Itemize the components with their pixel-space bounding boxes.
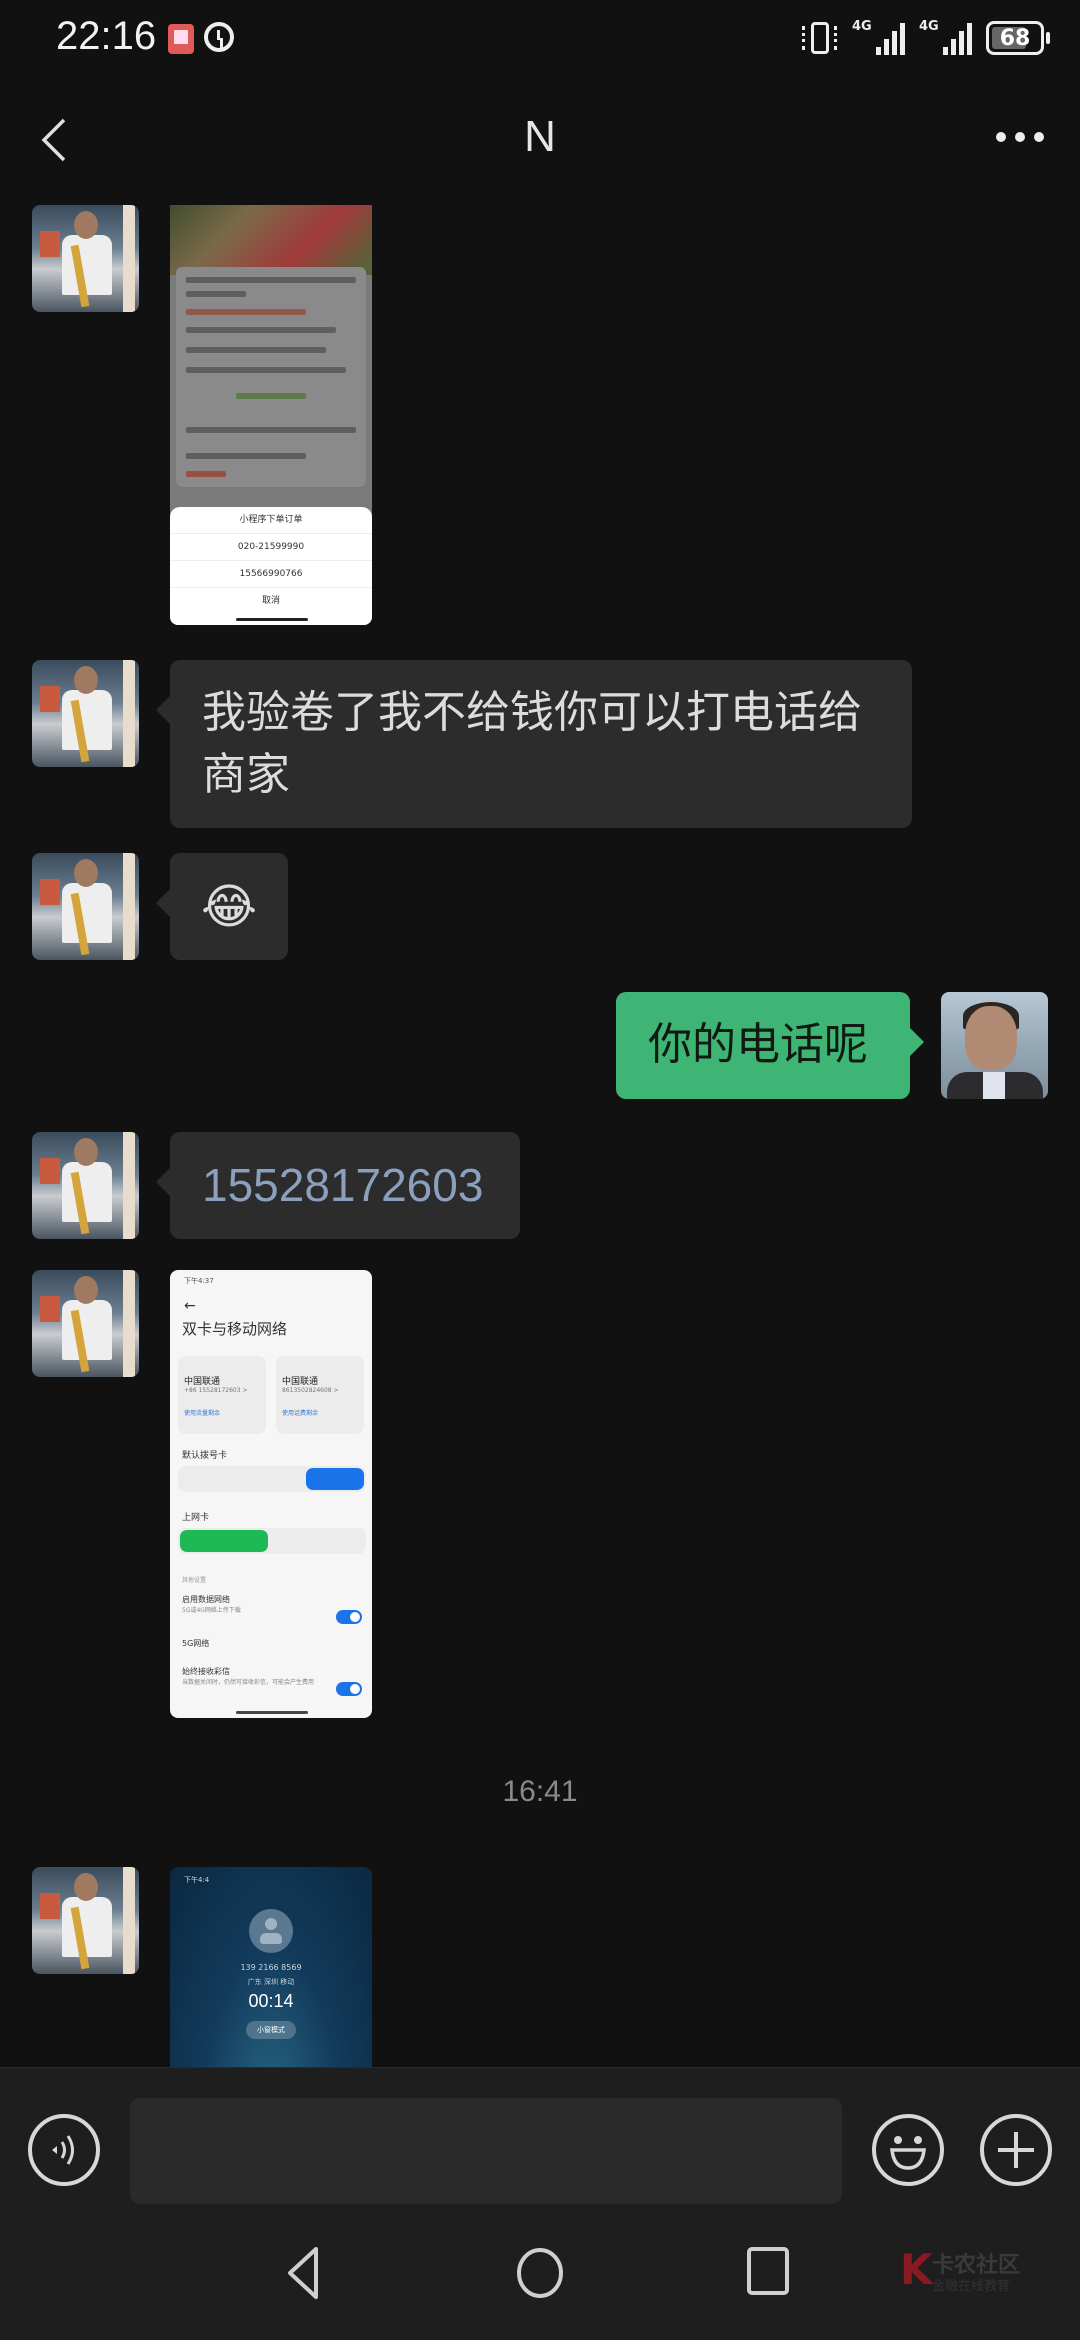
caller-number: 139 2166 8569 (240, 1963, 302, 1972)
shop-info-card (176, 267, 366, 487)
network-type-2: 4G (919, 19, 939, 34)
thumb-status-time: 下午4:37 (184, 1277, 214, 1285)
nav-home-icon (517, 2248, 563, 2298)
more-functions-button[interactable] (980, 2114, 1052, 2186)
signal-icon-sim2: 4G (919, 19, 972, 55)
book-notification-icon (168, 24, 194, 54)
chat-title: N (524, 112, 556, 161)
nav-back-icon (288, 2247, 318, 2299)
emoji-icon (890, 2136, 926, 2170)
sim2-link: 使用话费剩余 (282, 1410, 319, 1417)
mobile-data-toggle (336, 1610, 362, 1624)
battery-level: 68 (999, 25, 1031, 51)
nav-back-button[interactable] (270, 2243, 340, 2303)
my-avatar[interactable] (941, 992, 1048, 1099)
message-input-bar (0, 2067, 1080, 2207)
popup-phone-1: 020-21599990 (170, 534, 372, 561)
contact-avatar[interactable] (32, 660, 139, 767)
text-message[interactable]: 我验卷了我不给钱你可以打电话给商家 (156, 660, 912, 828)
mobile-data-sub: 5G或4G网络上传下载 (182, 1607, 241, 1614)
popup-cancel: 取消 (261, 596, 280, 606)
face-with-tears-of-joy-icon: 😂 (200, 878, 258, 935)
always-on-toggle (336, 1682, 362, 1696)
watermark: K 卡农社区 金融在线教育 (900, 2247, 1030, 2297)
sim1-link: 使用流量剩余 (184, 1410, 221, 1417)
image-message-shop-screenshot[interactable]: 小程序下单订单 020-21599990 15566990766 取消 (170, 205, 372, 625)
system-navigation-bar: K 卡农社区 金融在线教育 (0, 2207, 1080, 2340)
voice-input-icon (52, 2135, 74, 2165)
watermark-logo-icon: K (900, 2245, 933, 2294)
text-message[interactable]: 15528172603 (156, 1132, 520, 1239)
contact-avatar[interactable] (32, 1270, 139, 1377)
nav-recent-icon (747, 2247, 789, 2295)
voice-input-button[interactable] (28, 2114, 100, 2186)
network-type-1: 4G (852, 19, 872, 34)
default-call-label: 默认拨号卡 (182, 1451, 228, 1461)
5g-label: 5G网络 (182, 1639, 210, 1648)
plus-icon (998, 2132, 1034, 2168)
my-text-message[interactable]: 你的电话呢 (616, 992, 924, 1099)
sim1-card: 中国联通 +86 15528172603 > 使用流量剩余 (178, 1356, 266, 1434)
popup-phone-2: 15566990766 (170, 561, 372, 588)
contact-avatar[interactable] (32, 1132, 139, 1239)
watermark-line2: 金融在线教育 (932, 2279, 1011, 2294)
sim1-carrier: 中国联通 (184, 1377, 221, 1387)
data-card-label: 上网卡 (182, 1513, 210, 1523)
more-dots-icon (996, 132, 1006, 142)
mobile-data-label: 启用数据网络 (182, 1595, 230, 1604)
phone-number-link[interactable]: 15528172603 (202, 1159, 483, 1211)
chat-timestamp: 16:41 (502, 1775, 578, 1808)
always-on-sub: 当数据关闭时，仍然可接收彩信，可能会产生费用 (182, 1679, 315, 1686)
alarm-icon (204, 22, 234, 52)
chat-message-list[interactable]: 小程序下单订单 020-21599990 15566990766 取消 我验卷了… (0, 205, 1080, 2067)
data-card-segment (178, 1528, 366, 1554)
call-popup-sheet: 小程序下单订单 020-21599990 15566990766 取消 (170, 507, 372, 625)
mini-window-button: 小窗模式 (246, 2021, 296, 2039)
always-on-row: 始终接收彩信当数据关闭时，仍然可接收彩信，可能会产生费用 (182, 1666, 362, 1686)
sim2-carrier: 中国联通 (282, 1377, 319, 1387)
signal-icon-sim1: 4G (852, 19, 905, 55)
call-duration: 00:14 (248, 1991, 294, 2011)
status-indicators: 4G 4G 68 (802, 19, 1050, 56)
thumb-status-time: 下午4:4 (184, 1876, 210, 1884)
nav-recent-button[interactable] (735, 2243, 805, 2303)
image-message-call-screenshot[interactable]: 下午4:4 139 2166 8569 广东 深圳 移动 00:14 小窗模式 (170, 1867, 372, 2067)
sim1-number: +86 15528172603 > (184, 1387, 248, 1394)
caller-avatar-icon (249, 1909, 293, 1953)
message-text: 你的电话呢 (648, 1019, 868, 1070)
shop-photo (170, 205, 372, 275)
sim2-card: 中国联通 8613502824608 > 使用话费剩余 (276, 1356, 364, 1434)
mobile-data-row: 启用数据网络 5G或4G网络上传下载 (182, 1594, 362, 1614)
more-options-button[interactable] (990, 122, 1050, 152)
contact-avatar[interactable] (32, 205, 139, 312)
contact-avatar[interactable] (32, 853, 139, 960)
always-on-label: 始终接收彩信 (182, 1667, 230, 1676)
message-text: 我验卷了我不给钱你可以打电话给商家 (202, 687, 862, 800)
contact-avatar[interactable] (32, 1867, 139, 1974)
section-label: 其他设置 (182, 1577, 207, 1584)
battery-icon: 68 (986, 21, 1050, 55)
chat-header: N (0, 80, 1080, 205)
emoji-message[interactable]: 😂 (156, 853, 288, 960)
thumb-back-arrow-icon: ← (184, 1298, 196, 1314)
default-call-segment (178, 1466, 366, 1492)
caller-location: 广东 深圳 移动 (247, 1978, 295, 1986)
thumb-title: 双卡与移动网络 (182, 1320, 288, 1338)
sim2-number: 8613502824608 > (282, 1387, 339, 1394)
image-message-sim-settings[interactable]: 下午4:37 ← 双卡与移动网络 中国联通 +86 15528172603 > … (170, 1270, 372, 1718)
nav-home-button[interactable] (505, 2243, 575, 2303)
message-input[interactable] (130, 2098, 842, 2204)
vibrate-icon (802, 20, 838, 56)
status-bar: 22:16 4G 4G 68 (0, 0, 1080, 80)
emoji-button[interactable] (872, 2114, 944, 2186)
status-time: 22:16 (56, 14, 157, 58)
popup-title: 小程序下单订单 (170, 507, 372, 534)
